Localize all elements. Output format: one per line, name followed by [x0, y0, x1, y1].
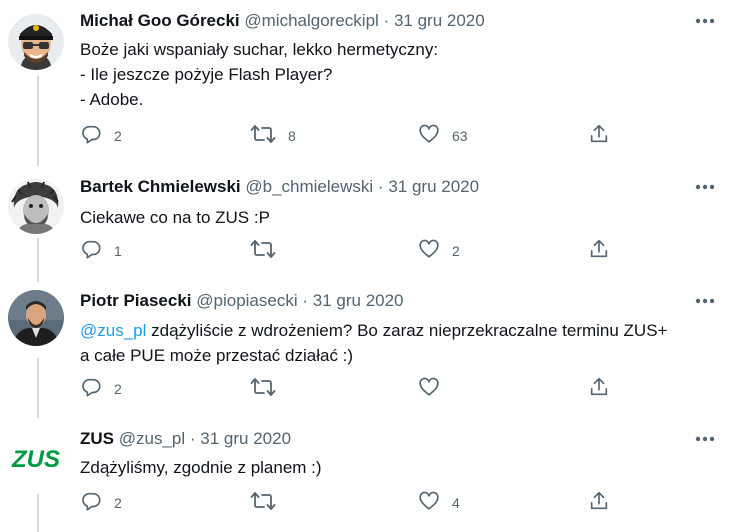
like-button[interactable]: 4	[418, 491, 460, 515]
share-button[interactable]	[588, 377, 610, 401]
reply-button[interactable]: 2	[80, 491, 122, 515]
heart-icon	[418, 376, 440, 403]
retweet-icon	[250, 490, 276, 517]
share-icon	[588, 238, 610, 265]
share-button[interactable]	[588, 491, 610, 515]
tweet-header: Piotr Piasecki @piopiasecki · 31 gru 202…	[80, 290, 404, 312]
tweet-date[interactable]: 31 gru 2020	[313, 291, 404, 310]
separator: ·	[383, 11, 390, 30]
share-icon	[588, 376, 610, 403]
avatar[interactable]	[8, 178, 64, 234]
heart-icon	[418, 490, 440, 517]
reply-icon	[80, 123, 102, 150]
share-button[interactable]	[588, 124, 610, 148]
author-handle[interactable]: @michalgoreckipl	[244, 11, 378, 30]
more-icon[interactable]	[694, 430, 716, 448]
reply-icon	[80, 490, 102, 517]
like-count: 2	[452, 243, 460, 259]
tweet[interactable]: Bartek Chmielewski @b_chmielewski · 31 g…	[0, 176, 732, 271]
avatar[interactable]	[8, 14, 64, 70]
tweet-text: Zdążyliśmy, zgodnie z planem :)	[80, 458, 322, 477]
reply-button[interactable]: 1	[80, 239, 122, 263]
action-bar: 1 2	[80, 239, 620, 263]
reply-count: 1	[114, 243, 122, 259]
reply-button[interactable]: 2	[80, 377, 122, 401]
tweet[interactable]: ZUS ZUS @zus_pl · 31 gru 2020 Zdążyliśmy…	[0, 428, 732, 532]
reply-count: 2	[114, 381, 122, 397]
avatar[interactable]	[8, 290, 64, 346]
retweet-icon	[250, 238, 276, 265]
more-icon[interactable]	[694, 292, 716, 310]
tweet-text: @zus_pl zdążyliście z wdrożeniem? Bo zar…	[80, 318, 720, 368]
reply-count: 2	[114, 495, 122, 511]
author-name[interactable]: Michał Goo Górecki	[80, 11, 240, 30]
share-button[interactable]	[588, 239, 610, 263]
like-button[interactable]: 63	[418, 124, 468, 148]
tweet[interactable]: Piotr Piasecki @piopiasecki · 31 gru 202…	[0, 290, 732, 410]
more-icon[interactable]	[694, 178, 716, 196]
tweet-date[interactable]: 31 gru 2020	[394, 11, 485, 30]
like-button[interactable]	[418, 377, 452, 401]
share-icon	[588, 490, 610, 517]
more-icon[interactable]	[694, 12, 716, 30]
heart-icon	[418, 238, 440, 265]
avatar[interactable]: ZUS	[8, 430, 64, 486]
action-bar: 2	[80, 377, 620, 401]
action-bar: 2 4	[80, 491, 620, 515]
author-handle[interactable]: @piopiasecki	[196, 291, 297, 310]
reply-icon	[80, 376, 102, 403]
author-handle[interactable]: @zus_pl	[119, 429, 185, 448]
retweet-count: 8	[288, 128, 296, 144]
tweet-text: Boże jaki wspaniały suchar, lekko hermet…	[80, 40, 439, 109]
tweet-header: ZUS @zus_pl · 31 gru 2020	[80, 428, 291, 450]
tweet-text: Ciekawe co na to ZUS :P	[80, 208, 270, 227]
tweet-header: Michał Goo Górecki @michalgoreckipl · 31…	[80, 10, 485, 32]
retweet-button[interactable]	[250, 377, 288, 401]
tweet-date[interactable]: 31 gru 2020	[388, 177, 479, 196]
retweet-icon	[250, 123, 276, 150]
separator: ·	[189, 429, 196, 448]
share-icon	[588, 123, 610, 150]
author-handle[interactable]: @b_chmielewski	[245, 177, 373, 196]
separator: ·	[377, 177, 384, 196]
retweet-button[interactable]	[250, 491, 288, 515]
tweet-text-content: zdążyliście z wdrożeniem? Bo zaraz niepr…	[80, 321, 668, 365]
tweet-date[interactable]: 31 gru 2020	[200, 429, 291, 448]
tweet-header: Bartek Chmielewski @b_chmielewski · 31 g…	[80, 176, 479, 198]
zus-logo: ZUS	[11, 446, 60, 473]
reply-count: 2	[114, 128, 122, 144]
retweet-button[interactable]	[250, 239, 288, 263]
like-count: 63	[452, 128, 468, 144]
author-name[interactable]: Piotr Piasecki	[80, 291, 192, 310]
like-count: 4	[452, 495, 460, 511]
reply-button[interactable]: 2	[80, 124, 122, 148]
author-name[interactable]: ZUS	[80, 429, 114, 448]
retweet-button[interactable]: 8	[250, 124, 296, 148]
retweet-icon	[250, 376, 276, 403]
mention-link[interactable]: @zus_pl	[80, 321, 146, 340]
separator: ·	[302, 291, 309, 310]
author-name[interactable]: Bartek Chmielewski	[80, 177, 241, 196]
like-button[interactable]: 2	[418, 239, 460, 263]
heart-icon	[418, 123, 440, 150]
reply-icon	[80, 238, 102, 265]
action-bar: 2 8 63	[80, 124, 620, 148]
tweet[interactable]: Michał Goo Górecki @michalgoreckipl · 31…	[0, 10, 732, 155]
